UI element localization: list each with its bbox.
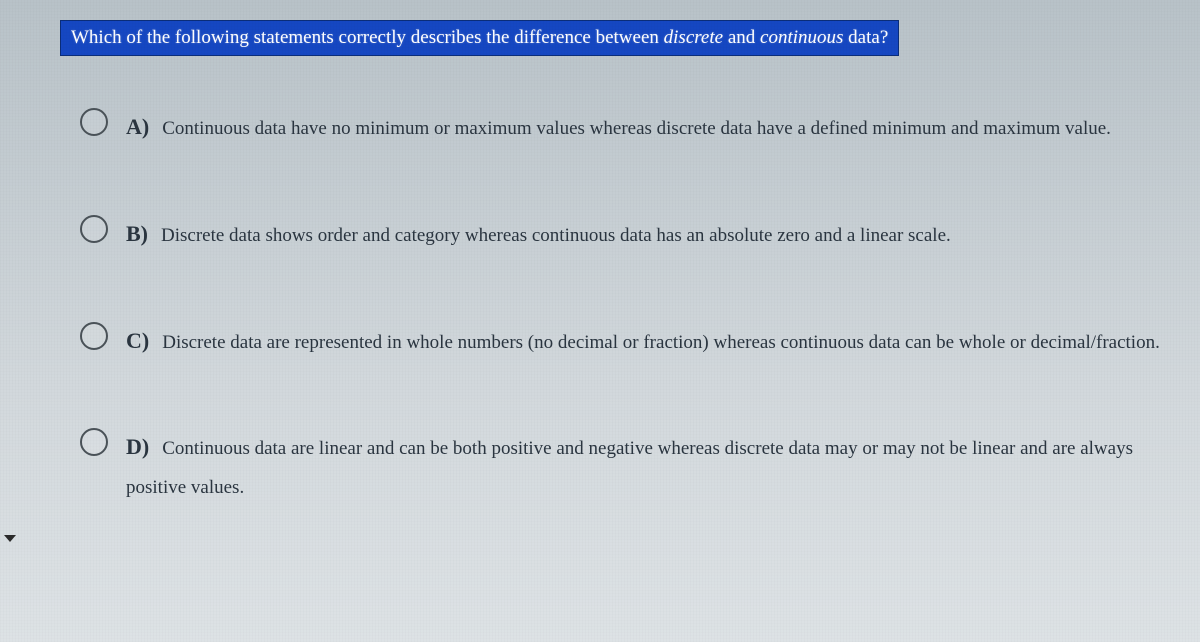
option-a-letter: A) [126,114,149,139]
option-c[interactable]: C) Discrete data are represented in whol… [80,320,1160,362]
option-c-letter: C) [126,328,149,353]
question-italic-discrete: discrete [664,27,723,48]
option-a[interactable]: A) Continuous data have no minimum or ma… [80,106,1160,148]
scroll-down-icon[interactable] [4,535,16,542]
option-a-text: Continuous data have no minimum or maxim… [162,118,1111,139]
option-d-letter: D) [126,434,149,459]
option-b-content: B) Discrete data shows order and categor… [126,213,1160,255]
option-d-text: Continuous data are linear and can be bo… [126,438,1133,498]
option-c-content: C) Discrete data are represented in whol… [126,320,1160,362]
option-d[interactable]: D) Continuous data are linear and can be… [80,426,1160,506]
radio-b[interactable] [80,215,108,243]
option-d-content: D) Continuous data are linear and can be… [126,426,1160,506]
question-text-suffix: data? [843,27,888,48]
question-prompt: Which of the following statements correc… [60,20,899,56]
options-container: A) Continuous data have no minimum or ma… [60,106,1160,506]
question-italic-continuous: continuous [760,27,843,48]
option-b-letter: B) [126,221,148,246]
radio-a[interactable] [80,108,108,136]
question-text-prefix: Which of the following statements correc… [71,27,664,48]
question-text-mid: and [723,27,760,48]
option-c-text: Discrete data are represented in whole n… [162,332,1160,353]
radio-d[interactable] [80,428,108,456]
option-a-content: A) Continuous data have no minimum or ma… [126,106,1160,148]
option-b[interactable]: B) Discrete data shows order and categor… [80,213,1160,255]
option-b-text: Discrete data shows order and category w… [161,225,951,246]
radio-c[interactable] [80,322,108,350]
